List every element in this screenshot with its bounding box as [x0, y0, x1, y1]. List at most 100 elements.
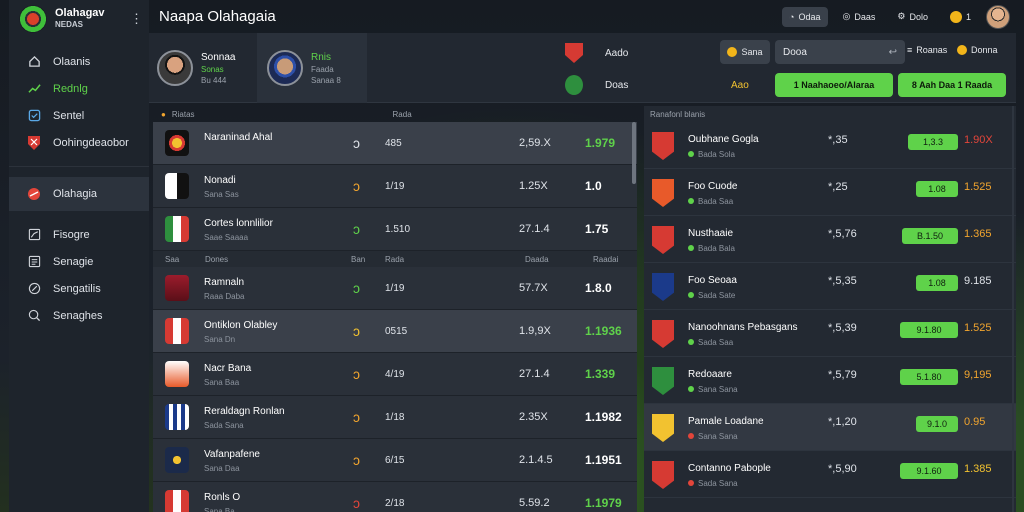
cell-ratio: 485 — [385, 137, 402, 149]
sidebar-item-rednlg[interactable]: Rednlg — [9, 75, 149, 102]
sidebar-item-senagie[interactable]: Senagie — [9, 248, 149, 275]
player-card-1[interactable]: Sonnaa Sonas Bu 444 — [157, 39, 235, 97]
sidebar-item-fisogre[interactable]: Fisogre — [9, 221, 149, 248]
bet-button[interactable]: 5.1.80 — [900, 369, 958, 385]
score-label: Aao — [731, 80, 749, 91]
list-icon — [27, 255, 41, 269]
sidebar-item-sentel[interactable]: Sentel — [9, 102, 149, 129]
player-card-2[interactable]: Rnis Faada Sanaa 8 — [257, 33, 367, 103]
sidebar-divider — [9, 166, 149, 167]
sidebar-item-senaghes[interactable]: Senaghes — [9, 302, 149, 329]
sidebar-item-sengatilis[interactable]: Sengatilis — [9, 275, 149, 302]
page-title: Naapa Olahagaia — [159, 8, 276, 25]
list-item[interactable]: Redoaare Sana Sana *,5,79 5.1.80 9,195 — [644, 357, 1016, 404]
team-crest-icon — [165, 173, 189, 199]
sidebar-item-olahagia[interactable]: Olahagia — [9, 177, 149, 211]
scrollbar[interactable] — [1012, 106, 1014, 512]
team-home[interactable]: Aado — [565, 43, 628, 63]
column-header: Saa — [165, 254, 180, 264]
coin-input-value: Sana — [741, 47, 763, 57]
list-item[interactable]: Foo Cuode Bada Saa *,25 1.08 1.525 — [644, 169, 1016, 216]
cell-percent: 9.185 — [964, 275, 992, 287]
brand: Olahagav NEDAS ⋮ — [9, 0, 149, 38]
table-row[interactable]: Ramnaln Raaa Daba ↄ 1/19 57.7X 1.8.0 — [153, 267, 637, 310]
bet-button[interactable]: 1.08 — [916, 181, 958, 197]
cell-ratio: 1.510 — [385, 223, 411, 235]
bet-button[interactable]: 9.1.60 — [900, 463, 958, 479]
column-header: Riatas — [171, 109, 195, 119]
cell-odds[interactable]: 1.979 — [585, 136, 615, 150]
link-roanas[interactable]: ≡ Roanas — [907, 45, 947, 55]
column-header: Raadai — [593, 254, 619, 264]
search-input[interactable]: Dooa ↩ — [775, 40, 905, 64]
fire-icon: ● — [161, 109, 166, 119]
team-crest-icon — [652, 226, 674, 254]
column-header: Daada — [525, 254, 549, 264]
list-item[interactable]: Nusthaaie Bada Bala *,5,76 B.1.50 1.365 — [644, 216, 1016, 263]
cell-odds[interactable]: 1.339 — [585, 367, 615, 381]
player-name: Sonnaa — [201, 51, 236, 63]
bet-button[interactable]: B.1.50 — [902, 228, 958, 244]
cell-percent: 2.1.4.5 — [519, 454, 553, 466]
cell-odds[interactable]: 1.0 — [585, 179, 602, 193]
cell-odds[interactable]: 1.1951 — [585, 453, 622, 467]
team-sub-text: Sada Sate — [698, 291, 736, 300]
team-sub: Saae Saaaa — [204, 233, 249, 242]
list-item[interactable]: Pamale Loadane Sana Sana *,1,20 9.1.0 0.… — [644, 404, 1016, 451]
team-crest-icon — [165, 447, 189, 473]
list-item[interactable]: Nanoohnans Pebasgans Sada Saa *,5,39 9.1… — [644, 310, 1016, 357]
top-button-daas[interactable]: ◎ Daas — [836, 7, 883, 27]
bet-button[interactable]: 1.08 — [916, 275, 958, 291]
team-sub-text: Bada Saa — [698, 197, 734, 206]
more-vertical-icon[interactable]: ⋮ — [130, 11, 143, 27]
cell-odds[interactable]: 1.1936 — [585, 324, 622, 338]
cell-odds[interactable]: 1.1979 — [585, 496, 622, 510]
bet-button[interactable]: 1,3.3 — [908, 134, 958, 150]
link-label: Donna — [971, 45, 998, 55]
coin-balance[interactable]: 1 — [943, 7, 978, 27]
match-header: Sonnaa Sonas Bu 444 Rnis Faada Sanaa 8 A… — [149, 33, 1016, 103]
cell-percent: 2.35X — [519, 411, 548, 423]
cell-odds[interactable]: 1.75 — [585, 222, 608, 236]
table-row[interactable]: Vafanpafene Sana Daa ↄ 6/15 2.1.4.5 1.19… — [153, 439, 637, 482]
table-row[interactable]: Reraldagn Ronlan Sada Sana ↄ 1/18 2.35X … — [153, 396, 637, 439]
cell-odds[interactable]: 1.8.0 — [585, 281, 612, 295]
cell-percent: 27.1.4 — [519, 223, 550, 235]
team-crest-icon — [165, 404, 189, 430]
cell-ratio: 6/15 — [385, 454, 405, 466]
table-row[interactable]: Ontiklon Olabley Sana Dn ↄ 0515 1.9,9X 1… — [153, 310, 637, 353]
table-row[interactable]: Ronls O Sana Ba ↄ 2/18 5.59.2 1.1979 — [153, 482, 637, 512]
list-item[interactable]: Contanno Pabople Sada Sana *,5,90 9.1.60… — [644, 451, 1016, 498]
team-sub-text: Bada Bala — [698, 244, 735, 253]
cell-odds: *,35 — [828, 134, 848, 146]
cell-odds[interactable]: 1.1982 — [585, 410, 622, 424]
scrollbar[interactable] — [632, 122, 636, 184]
avatar[interactable] — [986, 4, 1010, 29]
coin-input[interactable]: Sana — [720, 40, 770, 64]
table-row[interactable]: Naraninad Ahal ↄ 485 2,59.X 1.979 — [153, 122, 637, 165]
list-item[interactable]: Foo Seoaa Sada Sate *,5,35 1.08 9.185 — [644, 263, 1016, 310]
bet-button[interactable]: 9.1.0 — [916, 416, 958, 432]
link-donna[interactable]: Donna — [957, 45, 998, 55]
team-away[interactable]: Doas — [565, 75, 628, 95]
status-dot-icon — [688, 292, 694, 298]
cell-ratio: 1/19 — [385, 282, 405, 294]
list-item[interactable]: Oubhane Gogla Bada Sola *,35 1,3.3 1.90X — [644, 122, 1016, 169]
action-button-2[interactable]: 8 Aah Daa 1 Raada — [898, 73, 1006, 97]
top-button-dolo[interactable]: ⚙ Dolo — [890, 7, 935, 27]
team-sub: Bada Sola — [688, 150, 735, 159]
team-name: Ontiklon Olabley — [204, 320, 278, 331]
action-button-1[interactable]: 1 Naahaoeo/Alaraa — [775, 73, 893, 97]
bet-button[interactable]: 9.1.80 — [900, 322, 958, 338]
trend-icon: ↄ — [353, 178, 360, 194]
cell-percent: 1.385 — [964, 463, 992, 475]
player-meta: Sanaa 8 — [311, 75, 341, 85]
team-name: Vafanpafene — [204, 449, 260, 460]
sidebar-item-olaanis[interactable]: Olaanis — [9, 48, 149, 75]
team-name: Ramnaln — [204, 277, 245, 288]
table-row[interactable]: Nacr Bana Sana Baa ↄ 4/19 27.1.4 1.339 — [153, 353, 637, 396]
sidebar-item-oohingdeaobor[interactable]: Oohingdeaobor — [9, 129, 149, 156]
table-row[interactable]: Nonadi Sana Sas ↄ 1/19 1.25X 1.0 — [153, 165, 637, 208]
table-row[interactable]: Cortes lonnlilior Saae Saaaa ↄ 1.510 27.… — [153, 208, 637, 251]
top-button-odaa[interactable]: ◔ Odaa — [782, 6, 828, 27]
